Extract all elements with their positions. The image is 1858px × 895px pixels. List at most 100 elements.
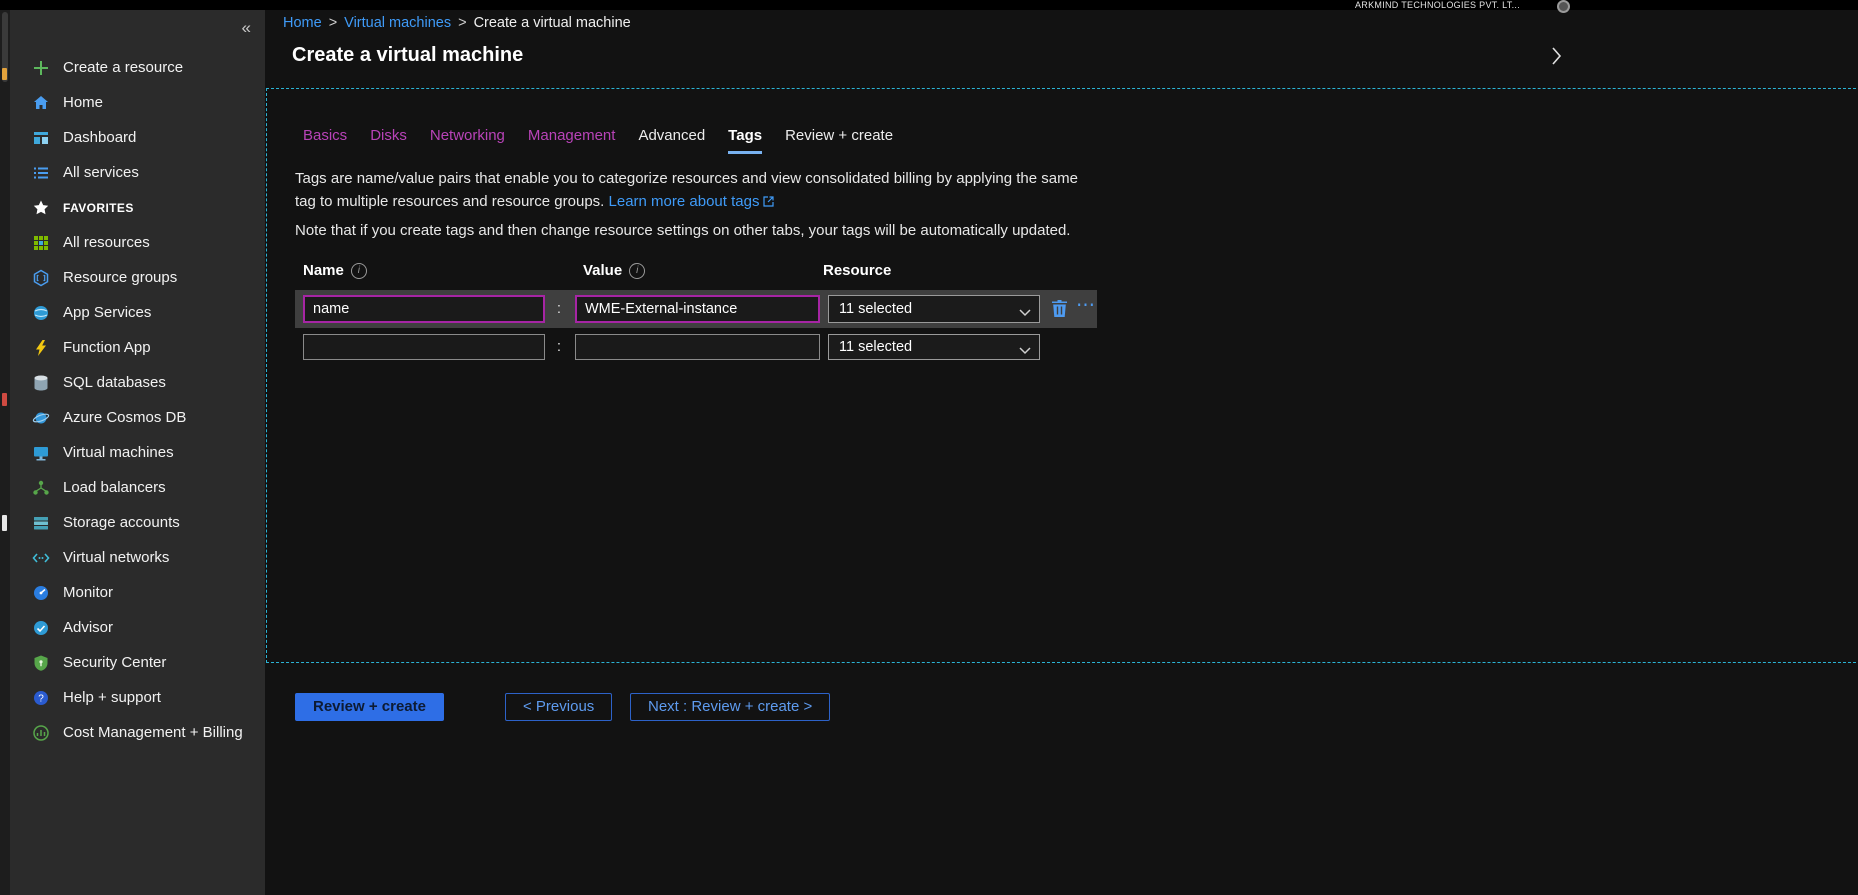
sidebar-item-function-app[interactable]: Function App <box>10 330 265 365</box>
sidebar-item-create-a-resource[interactable]: Create a resource <box>10 50 265 85</box>
breadcrumb-separator: > <box>458 15 466 31</box>
tab-networking[interactable]: Networking <box>430 127 505 154</box>
sidebar-item-label: Virtual networks <box>63 549 169 566</box>
avatar[interactable] <box>1557 0 1570 13</box>
star-icon <box>32 199 50 217</box>
info-icon[interactable] <box>351 263 367 279</box>
sidebar-item-label: Storage accounts <box>63 514 180 531</box>
sidebar-item-dashboard[interactable]: Dashboard <box>10 120 265 155</box>
svg-text:?: ? <box>38 693 44 704</box>
sidebar-nav: Create a resource Home Dashboard All ser… <box>10 50 265 750</box>
tag-row: : 11 selected ⋯ <box>295 290 1097 328</box>
info-icon[interactable] <box>629 263 645 279</box>
column-header-resource: Resource <box>823 262 891 279</box>
name-value-separator: : <box>551 338 567 355</box>
plus-icon <box>32 59 50 77</box>
tab-disks[interactable]: Disks <box>370 127 407 154</box>
previous-button[interactable]: < Previous <box>505 693 612 721</box>
hexagon-icon <box>32 269 50 287</box>
column-header-resource-label: Resource <box>823 262 891 279</box>
sidebar-item-label: Load balancers <box>63 479 166 496</box>
left-edge-strip <box>0 10 10 895</box>
vm-monitor-icon <box>32 444 50 462</box>
sidebar-item-label: Home <box>63 94 103 111</box>
sidebar-item-all-resources[interactable]: All resources <box>10 225 265 260</box>
database-icon <box>32 374 50 392</box>
sidebar-item-sql-databases[interactable]: SQL databases <box>10 365 265 400</box>
help-icon: ? <box>32 689 50 707</box>
tab-management[interactable]: Management <box>528 127 616 154</box>
breadcrumb: Home > Virtual machines > Create a virtu… <box>283 15 631 31</box>
sidebar-item-virtual-machines[interactable]: Virtual machines <box>10 435 265 470</box>
sidebar-item-load-balancers[interactable]: Load balancers <box>10 470 265 505</box>
breadcrumb-home-link[interactable]: Home <box>283 15 322 31</box>
edge-marker <box>2 393 7 406</box>
sidebar-item-label: Advisor <box>63 619 113 636</box>
wizard-tabs: Basics Disks Networking Management Advan… <box>303 127 893 154</box>
list-icon <box>32 164 50 182</box>
sidebar-item-label: Create a resource <box>63 59 183 76</box>
sidebar-item-advisor[interactable]: Advisor <box>10 610 265 645</box>
sidebar-item-all-services[interactable]: All services <box>10 155 265 190</box>
sidebar-item-label: App Services <box>63 304 151 321</box>
delete-tag-icon[interactable] <box>1052 300 1067 322</box>
sidebar-item-label: Monitor <box>63 584 113 601</box>
tags-note: Note that if you create tags and then ch… <box>295 222 1070 239</box>
home-icon <box>32 94 50 112</box>
sidebar-item-label: Cost Management + Billing <box>63 724 243 741</box>
tab-review-create[interactable]: Review + create <box>785 127 893 154</box>
sidebar-item-resource-groups[interactable]: Resource groups <box>10 260 265 295</box>
sidebar-section-favorites: FAVORITES <box>10 190 265 225</box>
sidebar-item-help-support[interactable]: ? Help + support <box>10 680 265 715</box>
lightning-icon <box>32 339 50 357</box>
name-value-separator: : <box>551 300 567 317</box>
next-button[interactable]: Next : Review + create > <box>630 693 830 721</box>
sidebar-item-storage-accounts[interactable]: Storage accounts <box>10 505 265 540</box>
resource-dropdown[interactable]: 11 selected <box>828 334 1040 360</box>
sidebar-item-label: Azure Cosmos DB <box>63 409 186 426</box>
sidebar: « Create a resource Home Dashboard All s… <box>10 10 265 895</box>
tab-basics[interactable]: Basics <box>303 127 347 154</box>
sidebar-item-virtual-networks[interactable]: Virtual networks <box>10 540 265 575</box>
storage-stack-icon <box>32 514 50 532</box>
sidebar-item-label: SQL databases <box>63 374 166 391</box>
network-icon <box>32 549 50 567</box>
sidebar-item-label: Function App <box>63 339 151 356</box>
external-link-icon <box>763 191 774 214</box>
edge-marker <box>2 515 7 531</box>
resource-dropdown-value: 11 selected <box>839 301 912 317</box>
tag-name-input[interactable] <box>303 295 545 323</box>
top-bar: ARKMIND TECHNOLOGIES PVT. LT... <box>0 0 1858 10</box>
tag-row: : 11 selected <box>295 331 1097 363</box>
sidebar-item-monitor[interactable]: Monitor <box>10 575 265 610</box>
tab-tags[interactable]: Tags <box>728 127 762 154</box>
tag-name-input[interactable] <box>303 334 545 360</box>
learn-more-link[interactable]: Learn more about tags <box>609 193 775 210</box>
resource-dropdown[interactable]: 11 selected <box>828 295 1040 323</box>
review-create-button[interactable]: Review + create <box>295 693 444 721</box>
page-title: Create a virtual machine <box>292 44 523 67</box>
sidebar-item-label: Dashboard <box>63 129 136 146</box>
tab-advanced[interactable]: Advanced <box>638 127 705 154</box>
tags-description: Tags are name/value pairs that enable yo… <box>295 167 1100 215</box>
sidebar-item-label: Help + support <box>63 689 161 706</box>
advisor-check-icon <box>32 619 50 637</box>
sidebar-item-security-center[interactable]: Security Center <box>10 645 265 680</box>
azure-portal-window: ARKMIND TECHNOLOGIES PVT. LT... « Create… <box>0 0 1858 895</box>
tag-value-input[interactable] <box>575 295 820 323</box>
sidebar-item-cost-management-billing[interactable]: Cost Management + Billing <box>10 715 265 750</box>
sidebar-item-label: Security Center <box>63 654 166 671</box>
sidebar-section-label: FAVORITES <box>63 201 134 215</box>
balancer-icon <box>32 479 50 497</box>
sidebar-item-azure-cosmos-db[interactable]: Azure Cosmos DB <box>10 400 265 435</box>
sidebar-item-label: All resources <box>63 234 150 251</box>
gauge-icon <box>32 584 50 602</box>
tag-value-input[interactable] <box>575 334 820 360</box>
globe-icon <box>32 304 50 322</box>
chevron-right-icon[interactable] <box>1550 46 1562 71</box>
breadcrumb-virtual-machines-link[interactable]: Virtual machines <box>344 15 451 31</box>
sidebar-item-app-services[interactable]: App Services <box>10 295 265 330</box>
sidebar-collapse-button[interactable]: « <box>242 19 251 36</box>
more-actions-icon[interactable]: ⋯ <box>1076 294 1096 317</box>
sidebar-item-home[interactable]: Home <box>10 85 265 120</box>
